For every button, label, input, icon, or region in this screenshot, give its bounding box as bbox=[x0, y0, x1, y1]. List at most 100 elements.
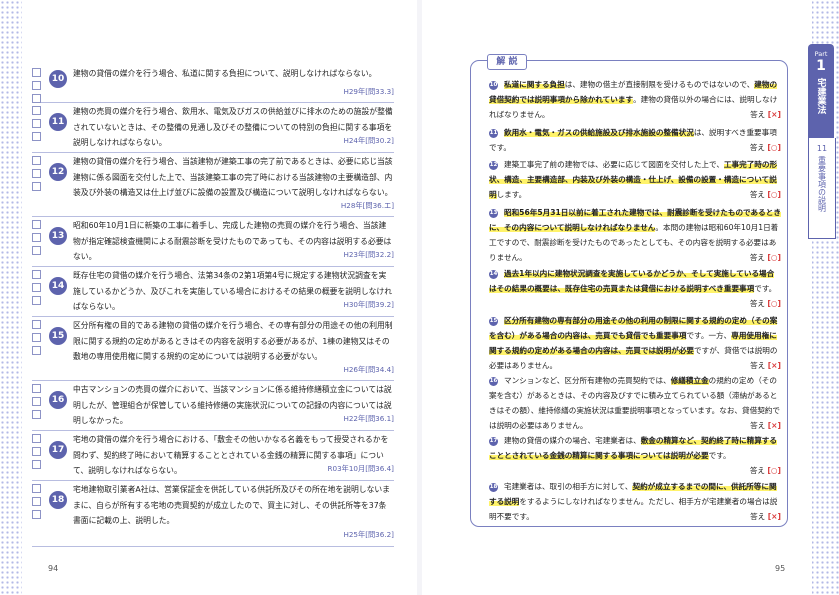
chapter-title: 重要事項の説明 bbox=[817, 156, 827, 212]
page-number: 94 bbox=[48, 564, 59, 573]
check-boxes[interactable] bbox=[32, 106, 41, 145]
explanation-text: です。一方、 bbox=[686, 331, 732, 340]
explanation-item: 17 建物の貸借の媒介の場合、宅建業者は、敷金の精算など、契約終了時に精算すること… bbox=[489, 433, 781, 475]
check-boxes[interactable] bbox=[32, 320, 41, 359]
explanation-text: です。 bbox=[708, 451, 731, 460]
highlight-text: 過去1年以内に建物状況調査を実施しているかどうか、そして実施している場合はその結… bbox=[489, 269, 775, 293]
check-boxes[interactable] bbox=[32, 220, 41, 259]
question-source: H24年[問30.2] bbox=[343, 136, 394, 145]
question-number: 16 bbox=[49, 391, 67, 409]
question-number: 13 bbox=[49, 227, 67, 245]
question-number: 11 bbox=[49, 113, 67, 131]
part-label: Part bbox=[814, 50, 828, 58]
explanation-item: 12 建築工事完了前の建物では、必要に応じて図面を交付した上で、工事完了時の形状、… bbox=[489, 157, 781, 202]
check-boxes[interactable] bbox=[32, 434, 41, 473]
question-item: 14 既存住宅の貸借の媒介を行う場合、法第34条の2第1項第4号に規定する建物状… bbox=[32, 268, 394, 317]
question-source: H29年[問33.3] bbox=[343, 87, 394, 96]
answer: 答え [×] bbox=[750, 110, 781, 119]
answer: 答え [○] bbox=[749, 253, 781, 262]
check-boxes[interactable] bbox=[32, 68, 41, 107]
explanation-text: します。 bbox=[496, 190, 527, 199]
question-number: 14 bbox=[49, 277, 67, 295]
answer-mark: [×] bbox=[767, 110, 781, 119]
question-item: 18 宅地建物取引業者A社は、営業保証金を供託している供託所及びその所在地を説明… bbox=[32, 482, 394, 547]
explanation-number: 15 bbox=[489, 317, 498, 326]
question-number: 18 bbox=[49, 491, 67, 509]
explanation-box: 解 説 10 私道に関する負担は、建物の借主が直接制限を受けるものではないので、建… bbox=[470, 54, 788, 527]
answer-mark: [×] bbox=[767, 512, 781, 521]
explanation-number: 18 bbox=[489, 483, 498, 492]
explanation-text: をするようにしなければなりません。ただし、相手方が宅建業者の場合は説明不要です。 bbox=[489, 497, 778, 521]
check-boxes[interactable] bbox=[32, 270, 41, 309]
highlight-text: 飲用水・電気・ガスの供給施設及び排水施設の整備状況 bbox=[504, 128, 694, 137]
explanation-text: 建築工事完了前の建物では、必要に応じて図面を交付した上で、 bbox=[504, 160, 724, 169]
question-item: 17 宅地の貸借の媒介を行う場合における、「敷金その他いかなる名義をもって授受さ… bbox=[32, 432, 394, 481]
question-item: 10 建物の貸借の媒介を行う場合、私道に関する負担について、説明しなければならな… bbox=[32, 66, 394, 103]
answer: 答え [○] bbox=[749, 190, 781, 199]
explanation-number: 10 bbox=[489, 81, 498, 90]
answer: 答え [○] bbox=[749, 466, 781, 475]
answer: 答え [○] bbox=[749, 299, 781, 308]
check-boxes[interactable] bbox=[32, 384, 41, 423]
explanation-text: 宅建業者は、取引の相手方に対して、 bbox=[504, 482, 633, 491]
explanation-title: 解 説 bbox=[487, 54, 527, 70]
question-number: 17 bbox=[49, 441, 67, 459]
right-page: 解 説 10 私道に関する負担は、建物の借主が直接制限を受けるものではないので、建… bbox=[422, 0, 836, 595]
page-number: 95 bbox=[775, 564, 786, 573]
answer: 答え [×] bbox=[750, 512, 781, 521]
explanation-number: 11 bbox=[489, 129, 498, 138]
part-number: 1 bbox=[816, 58, 826, 74]
answer-mark: [○] bbox=[767, 143, 781, 152]
question-source: H30年[問39.2] bbox=[343, 300, 394, 309]
explanation-item: 16 マンションなど、区分所有建物の売買契約では、修繕積立金の規約の定め（その案を… bbox=[489, 373, 781, 433]
answer-mark: [×] bbox=[767, 421, 781, 430]
question-source: H22年[問36.1] bbox=[343, 414, 394, 423]
question-source: H28年[問36.エ] bbox=[340, 201, 394, 210]
answer-mark: [○] bbox=[767, 466, 781, 475]
explanation-number: 16 bbox=[489, 377, 498, 386]
explanation-number: 14 bbox=[489, 270, 498, 279]
highlight-text: 修繕積立金 bbox=[670, 376, 709, 385]
chapter-tab: 11 重要事項の説明 bbox=[808, 138, 836, 239]
chapter-number: 11 bbox=[816, 144, 828, 153]
explanation-text: は、建物の借主が直接制限を受けるものではないので、 bbox=[564, 80, 755, 89]
question-number: 12 bbox=[49, 163, 67, 181]
explanation-number: 17 bbox=[489, 437, 498, 446]
answer-mark: [×] bbox=[767, 361, 781, 370]
question-text: 宅地建物取引業者A社は、営業保証金を供託している供託所及びその所在地を説明しない… bbox=[73, 485, 390, 525]
question-item: 12 建物の貸借の媒介を行う場合、当該建物が建築工事の完了前であるときは、必要に… bbox=[32, 154, 394, 217]
left-page: 10 建物の貸借の媒介を行う場合、私道に関する負担について、説明しなければならな… bbox=[22, 0, 417, 595]
answer-mark: [○] bbox=[767, 299, 781, 308]
question-item: 13 昭和60年10月1日に新築の工事に着手し、完成した建物の売買の媒介を行う場… bbox=[32, 218, 394, 267]
explanation-number: 13 bbox=[489, 209, 498, 218]
explanation-text: です。 bbox=[754, 284, 777, 293]
question-number: 10 bbox=[49, 70, 67, 88]
explanation-item: 18 宅建業者は、取引の相手方に対して、契約が成立するまでの間に、供託所等に関する… bbox=[489, 479, 781, 524]
question-source: H26年[問34.4] bbox=[343, 365, 394, 374]
question-text: 建物の貸借の媒介を行う場合、当該建物が建築工事の完了前であるときは、必要に応じ当… bbox=[73, 157, 393, 197]
answer: 答え [○] bbox=[749, 143, 781, 152]
explanation-item: 15 区分所有建物の専有部分の用途その他の利用の制限に関する規約の定め（その案を含… bbox=[489, 313, 781, 373]
question-text: 建物の貸借の媒介を行う場合、私道に関する負担について、説明しなければならない。 bbox=[73, 69, 377, 78]
explanation-item: 10 私道に関する負担は、建物の借主が直接制限を受けるものではないので、建物の貸借… bbox=[489, 77, 781, 122]
answer: 答え [×] bbox=[750, 421, 781, 430]
explanation-item: 14 過去1年以内に建物状況調査を実施しているかどうか、そして実施している場合はそ… bbox=[489, 266, 781, 308]
question-source: H25年[問36.2] bbox=[343, 530, 394, 539]
question-item: 11 建物の売買の媒介を行う場合、飲用水、電気及びガスの供給並びに排水のための施… bbox=[32, 104, 394, 153]
explanation-item: 13 昭和56年5月31日以前に着工された建物では、耐震診断を受けたものであるとき… bbox=[489, 205, 781, 265]
check-boxes[interactable] bbox=[32, 484, 41, 523]
explanation-text: マンションなど、区分所有建物の売買契約では、 bbox=[504, 376, 671, 385]
question-number: 15 bbox=[49, 327, 67, 345]
highlight-text: 私道に関する負担 bbox=[504, 80, 565, 89]
check-boxes[interactable] bbox=[32, 156, 41, 195]
explanation-text: 建物の貸借の媒介の場合、宅建業者は、 bbox=[504, 436, 641, 445]
explanation-number: 12 bbox=[489, 161, 498, 170]
question-source: H23年[問32.2] bbox=[343, 250, 394, 259]
answer-mark: [○] bbox=[767, 253, 781, 262]
question-text: 区分所有権の目的である建物の貸借の媒介を行う場合、その専有部分の用途その他の利用… bbox=[73, 321, 393, 361]
question-item: 16 中古マンションの売買の媒介において、当該マンションに係る維持修繕積立金につ… bbox=[32, 382, 394, 431]
question-source: R03年10月[問36.4] bbox=[327, 464, 394, 473]
part-title: 宅建業法 bbox=[815, 78, 826, 114]
question-item: 15 区分所有権の目的である建物の貸借の媒介を行う場合、その専有部分の用途その他… bbox=[32, 318, 394, 381]
part-tab: Part 1 宅建業法 bbox=[808, 44, 834, 138]
